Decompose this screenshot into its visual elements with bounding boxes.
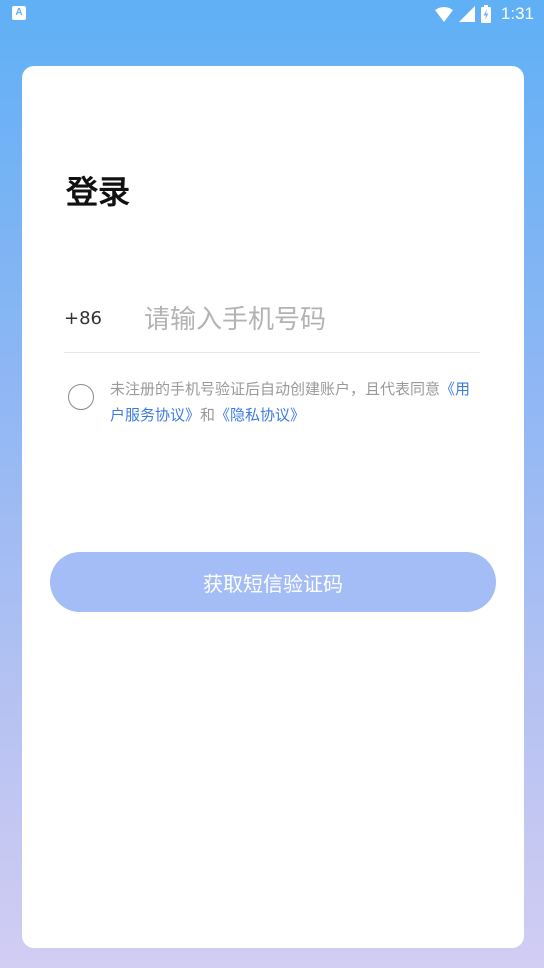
status-bar: A 1:31 xyxy=(0,0,544,28)
country-code[interactable]: +86 xyxy=(64,310,102,328)
status-indicators: 1:31 xyxy=(434,4,534,24)
phone-field-row: +86 xyxy=(64,296,480,353)
status-time: 1:31 xyxy=(500,4,534,23)
agreement-text: 未注册的手机号验证后自动创建账户，且代表同意《用户服务协议》和《隐私协议》 xyxy=(110,376,472,428)
get-sms-code-button[interactable]: 获取短信验证码 xyxy=(50,552,496,612)
app-notification-icon: A xyxy=(12,6,26,20)
agreement-prefix: 未注册的手机号验证后自动创建账户，且代表同意 xyxy=(110,380,441,398)
agreement-checkbox[interactable] xyxy=(68,384,94,410)
login-card: 登录 +86 未注册的手机号验证后自动创建账户，且代表同意《用户服务协议》和《隐… xyxy=(22,66,524,948)
app-notification-glyph: A xyxy=(15,7,23,18)
wifi-icon xyxy=(434,6,453,22)
agreement-conjunction: 和 xyxy=(200,406,216,424)
privacy-agreement-link[interactable]: 《隐私协议》 xyxy=(215,406,305,424)
page-title: 登录 xyxy=(66,173,131,211)
battery-charging-icon xyxy=(480,5,491,23)
signal-icon xyxy=(458,6,475,22)
phone-input[interactable] xyxy=(144,302,474,338)
